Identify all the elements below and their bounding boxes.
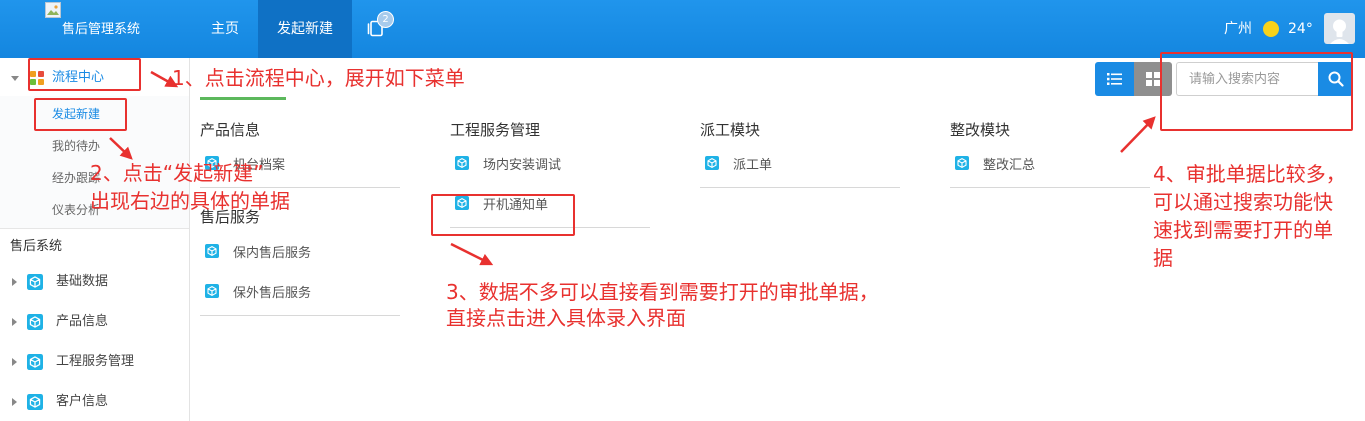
cube-icon [27,354,43,370]
form-link-rectification-summary[interactable]: 整改汇总 [955,152,1035,174]
cube-icon [705,156,719,170]
category-divider [200,315,400,316]
sidebar-item-dashboard[interactable]: 仪表分析 [0,194,189,226]
broken-logo-image-icon [45,2,61,18]
cube-icon [955,156,969,170]
form-link-label: 保外售后服务 [233,285,312,301]
sidebar-module-label: 产品信息 [56,314,109,329]
annotation-step-4-line: 速找到需要打开的单 [1153,218,1333,242]
sidebar-module-label: 基础数据 [56,274,109,289]
top-navbar: 售后管理系统 主页 发起新建 2 广州 24° [0,0,1365,58]
caret-down-icon [11,76,19,81]
sidebar-module-label: 工程服务管理 [56,354,135,369]
form-link-label: 整改汇总 [983,157,1036,173]
annotation-arrow-4 [1120,116,1156,153]
annotation-step-4: 4、审批单据比较多， 可以通过搜索功能快 速找到需要打开的单 据 [1153,160,1346,272]
search-input[interactable] [1176,62,1318,96]
sidebar-module-engineering-service[interactable]: 工程服务管理 [0,344,189,380]
category-title-product-info: 产品信息 [200,121,261,139]
annotation-step-4-line: 据 [1153,246,1173,270]
cube-icon [455,196,469,210]
form-link-startup-notice[interactable]: 开机通知单 [455,192,548,214]
cube-icon [27,274,43,290]
annotation-step-3: 3、数据不多可以直接看到需要打开的审批单据， 直接点击进入具体录入界面 [446,279,879,331]
form-link-warranty-service[interactable]: 保内售后服务 [205,240,311,262]
search-button[interactable] [1318,62,1353,96]
annotation-step-1: 1、点击流程中心，展开如下菜单 [172,66,465,90]
list-view-icon [1107,73,1122,85]
cube-icon [27,314,43,330]
notification-badge: 2 [377,11,394,28]
sidebar-module-product-info[interactable]: 产品信息 [0,304,189,340]
form-link-label: 开机通知单 [483,197,549,213]
grid-view-icon [1146,72,1160,86]
active-tab-indicator [200,97,286,100]
sidebar-section-title: 售后系统 [10,239,63,254]
form-link-onsite-installation[interactable]: 场内安装调试 [455,152,561,174]
annotation-step-3-line: 3、数据不多可以直接看到需要打开的审批单据， [446,280,879,304]
cube-icon [205,284,219,298]
category-divider [450,227,650,228]
category-divider [200,187,400,188]
form-link-dispatch-order[interactable]: 派工单 [705,152,772,174]
annotation-step-4-line: 4、审批单据比较多， [1153,162,1346,186]
annotation-step-4-line: 可以通过搜索功能快 [1153,190,1333,214]
sidebar-item-my-todo[interactable]: 我的待办 [0,130,189,162]
sidebar-item-new-request[interactable]: 发起新建 [0,98,189,130]
sidebar-divider [0,228,189,229]
category-divider [700,187,900,188]
sidebar-group-flow-center[interactable]: 流程中心 [0,60,189,96]
category-title-rectification: 整改模块 [950,121,1011,139]
app-title: 售后管理系统 [62,22,141,37]
user-avatar-icon [1330,19,1349,44]
sidebar-module-customer-info[interactable]: 客户信息 [0,384,189,420]
form-link-machine-archive[interactable]: 机台档案 [205,152,285,174]
weather-temperature: 24° [1288,21,1313,37]
form-link-out-of-warranty-service[interactable]: 保外售后服务 [205,280,311,302]
form-link-label: 派工单 [733,157,773,173]
grid-view-button[interactable] [1134,62,1172,96]
sidebar-group-label: 流程中心 [52,70,105,85]
caret-right-icon [12,318,17,326]
weather-city: 广州 [1224,21,1252,37]
category-title-after-sales: 售后服务 [200,208,261,226]
sun-icon [1263,21,1279,37]
flow-center-submenu: 发起新建 我的待办 经办跟踪 仪表分析 [0,96,189,228]
nav-new-request[interactable]: 发起新建 [258,0,352,58]
category-divider [950,187,1150,188]
search-icon [1328,71,1344,87]
nav-window-stack-button[interactable]: 2 [352,0,400,58]
form-link-label: 保内售后服务 [233,245,312,261]
caret-right-icon [12,398,17,406]
user-avatar[interactable] [1324,13,1355,44]
cube-icon [205,156,219,170]
form-link-label: 场内安装调试 [483,157,562,173]
caret-right-icon [12,358,17,366]
sidebar-module-basic-data[interactable]: 基础数据 [0,264,189,300]
sidebar-item-tracking[interactable]: 经办跟踪 [0,162,189,194]
flow-center-icon [30,71,44,85]
cube-icon [455,156,469,170]
cube-icon [205,244,219,258]
annotation-step-3-line: 直接点击进入具体录入界面 [446,306,686,330]
category-title-engineering-service: 工程服务管理 [450,121,541,139]
form-link-label: 机台档案 [233,157,286,173]
caret-right-icon [12,278,17,286]
list-view-button[interactable] [1095,62,1134,96]
category-title-dispatch: 派工模块 [700,121,761,139]
sidebar-module-label: 客户信息 [56,394,109,409]
annotation-arrow-3 [450,242,494,266]
app-root: 售后管理系统 主页 发起新建 2 广州 24° 流程中心 发起新建 我的待办 经… [0,0,1365,421]
sidebar: 流程中心 发起新建 我的待办 经办跟踪 仪表分析 售后系统 基础数据 产品信息 … [0,58,190,421]
nav-home[interactable]: 主页 [194,0,256,58]
cube-icon [27,394,43,410]
